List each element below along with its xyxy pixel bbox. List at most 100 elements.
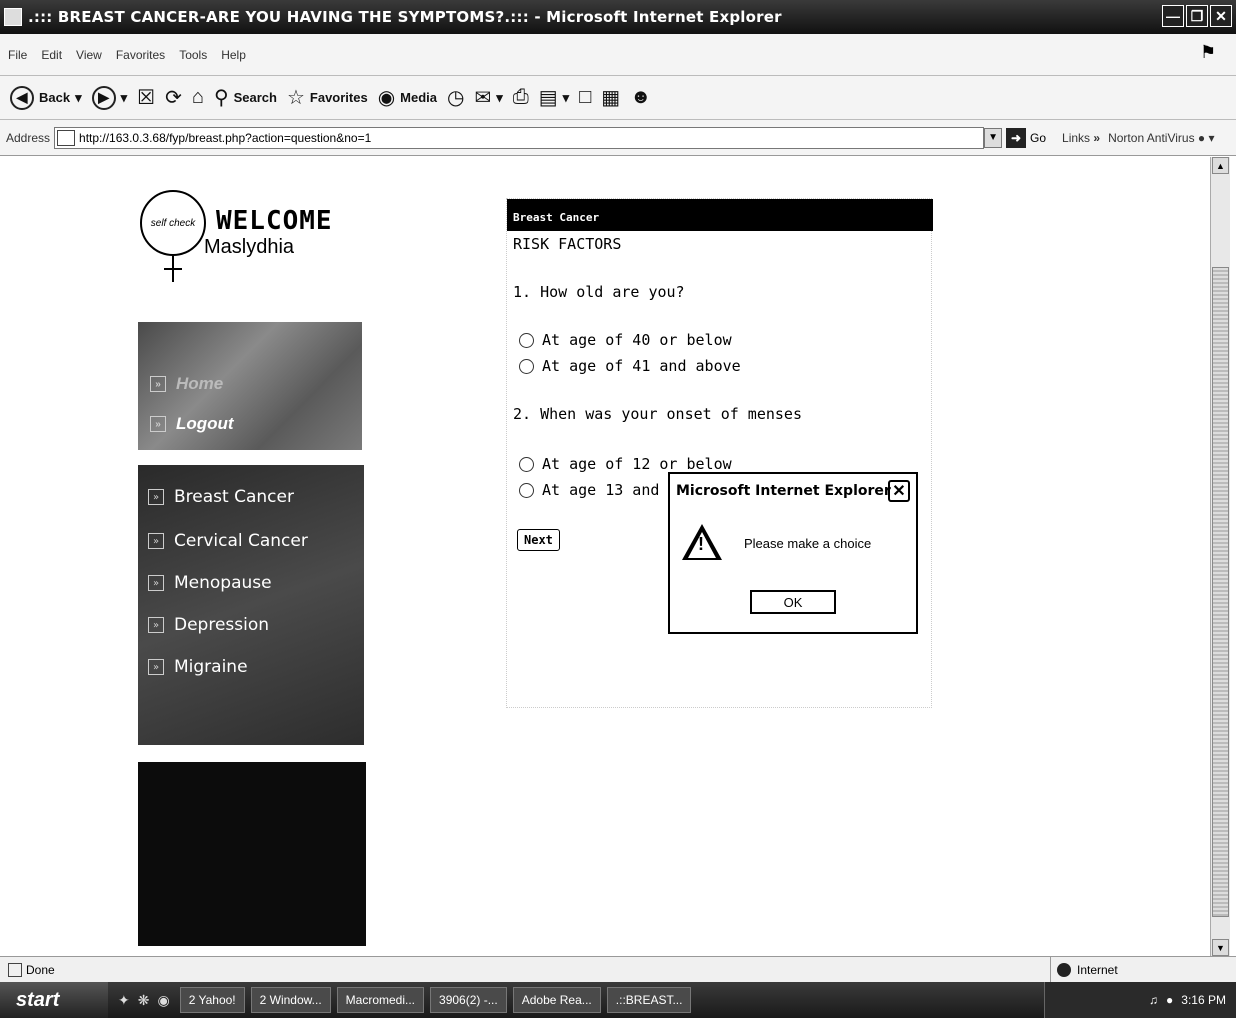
nav-logout-link[interactable]: » Logout (150, 414, 234, 434)
scroll-up-icon[interactable]: ▲ (1212, 157, 1229, 174)
dialog-close-icon[interactable]: ✕ (888, 480, 910, 502)
start-button[interactable]: start (0, 982, 108, 1018)
radio-button[interactable] (519, 358, 534, 374)
address-url[interactable]: http://163.0.3.68/fyp/breast.php?action=… (79, 131, 371, 145)
scroll-thumb[interactable] (1212, 267, 1229, 917)
forward-dropdown-icon[interactable]: ▾ (121, 90, 128, 106)
refresh-button[interactable]: ⟳ (165, 85, 182, 110)
nav-cervical-cancer-link[interactable]: » Cervical Cancer (148, 531, 308, 551)
radio-button[interactable] (519, 332, 534, 348)
nav-breast-cancer-link[interactable]: » Breast Cancer (148, 487, 294, 507)
quick-launch-icon[interactable]: ✦ (118, 992, 130, 1009)
q1-option-1[interactable]: At age of 40 or below (519, 331, 732, 349)
windows-flag-icon: ⚑ (1200, 42, 1217, 62)
nav-migraine-link[interactable]: » Migraine (148, 657, 248, 677)
word-icon: ▤ (538, 87, 558, 109)
toolbar: ◀ Back ▾ ▶ ▾ ☒ ⟳ ⌂ ⚲ Search ☆ Favorites … (0, 76, 1236, 120)
arrow-icon: » (150, 416, 166, 432)
menu-edit[interactable]: Edit (41, 48, 62, 62)
menu-view[interactable]: View (76, 48, 102, 62)
taskbar-item[interactable]: 3906(2) -... (430, 987, 507, 1013)
status-text: Done (26, 962, 55, 977)
status-bar: Done Internet (0, 956, 1236, 983)
nav-home-label: Home (176, 374, 224, 393)
q2-option-1[interactable]: At age of 12 or below (519, 455, 732, 473)
research-button[interactable]: ▦ (601, 85, 620, 110)
media-icon: ◉ (377, 87, 396, 109)
norton-antivirus-button[interactable]: Norton AntiVirus ● ▾ (1108, 131, 1214, 145)
quick-launch-icon[interactable]: ◉ (157, 992, 169, 1009)
nav-topic-label: Breast Cancer (174, 487, 294, 507)
messenger-button[interactable]: ☻ (630, 86, 651, 109)
menu-file[interactable]: File (8, 48, 27, 62)
favorites-button[interactable]: ☆ Favorites (287, 85, 368, 110)
title-bar: .::: BREAST CANCER-ARE YOU HAVING THE SY… (0, 0, 1236, 34)
search-button[interactable]: ⚲ Search (214, 85, 277, 110)
menu-favorites[interactable]: Favorites (116, 48, 165, 62)
option-label: At age of 40 or below (542, 331, 732, 349)
radio-button[interactable] (519, 482, 534, 498)
mail-dropdown-icon[interactable]: ▾ (496, 90, 503, 106)
volume-icon[interactable]: ♫ (1149, 993, 1158, 1007)
radio-button[interactable] (519, 456, 534, 472)
go-label: Go (1030, 130, 1047, 145)
taskbar-item[interactable]: .::BREAST... (606, 987, 692, 1013)
menu-tools[interactable]: Tools (179, 48, 207, 62)
edit-dropdown-icon[interactable]: ▾ (563, 90, 570, 106)
norton-label: Norton AntiVirus (1108, 130, 1195, 145)
nav-home-link[interactable]: » Home (150, 374, 223, 394)
star-icon: ☆ (286, 87, 305, 109)
edit-button[interactable]: ▤ ▾ (539, 85, 569, 110)
history-button[interactable]: ◷ (447, 85, 464, 110)
q1-option-2[interactable]: At age of 41 and above (519, 357, 741, 375)
media-label: Media (400, 90, 438, 105)
taskbar-item[interactable]: 2 Window... (250, 987, 331, 1013)
system-tray: ♫ ● 3:16 PM (1044, 982, 1236, 1018)
scroll-down-icon[interactable]: ▼ (1212, 939, 1229, 956)
taskbar-item[interactable]: 2 Yahoo! (179, 987, 245, 1013)
close-button[interactable]: ✕ (1210, 5, 1232, 27)
question-2: 2. When was your onset of menses (513, 405, 802, 423)
discuss-button[interactable]: □ (579, 86, 591, 109)
home-button[interactable]: ⌂ (192, 86, 204, 109)
links-button[interactable]: Links » (1062, 131, 1100, 145)
forward-arrow-icon: ▶ (91, 85, 116, 110)
print-button[interactable]: ⎙ (513, 86, 529, 109)
history-icon: ◷ (447, 87, 465, 109)
topics-nav-panel: » Breast Cancer » Cervical Cancer » Meno… (138, 465, 364, 745)
menu-bar: File Edit View Favorites Tools Help (0, 34, 1236, 76)
go-arrow-icon: ➜ (1006, 127, 1027, 148)
mail-icon: ✉ (474, 87, 492, 109)
quick-launch-icon[interactable]: ❋ (138, 992, 150, 1009)
minimize-button[interactable]: — (1162, 5, 1184, 27)
address-input[interactable]: http://163.0.3.68/fyp/breast.php?action=… (54, 126, 985, 149)
back-dropdown-icon[interactable]: ▾ (75, 90, 82, 106)
ok-button[interactable]: OK (750, 590, 836, 614)
messenger-icon: ☻ (630, 86, 652, 108)
media-button[interactable]: ◉ Media (378, 85, 437, 110)
sidebar-dark-panel (138, 762, 366, 946)
window-controls: — ❐ ✕ (1162, 5, 1232, 27)
next-button[interactable]: Next (517, 529, 560, 551)
back-button[interactable]: ◀ Back ▾ (10, 85, 82, 110)
links-chevron-icon[interactable]: » (1093, 131, 1100, 145)
forward-button[interactable]: ▶ ▾ (91, 85, 128, 110)
start-label: start (16, 988, 60, 1011)
question-1: 1. How old are you? (513, 283, 685, 301)
go-button[interactable]: ➜ Go (1006, 127, 1047, 148)
maximize-button[interactable]: ❐ (1186, 5, 1208, 27)
stop-icon: ☒ (137, 87, 156, 109)
nav-menopause-link[interactable]: » Menopause (148, 573, 272, 593)
dialog-message: Please make a choice (744, 536, 872, 551)
menu-help[interactable]: Help (221, 48, 246, 62)
mail-button[interactable]: ✉ ▾ (474, 85, 502, 110)
nav-depression-link[interactable]: » Depression (148, 615, 269, 635)
stop-button[interactable]: ☒ (137, 85, 155, 110)
address-dropdown-icon[interactable]: ▼ (984, 127, 1003, 148)
taskbar-item[interactable]: Macromedi... (336, 987, 425, 1013)
ie-app-icon[interactable] (4, 8, 22, 26)
clock: 3:16 PM (1181, 993, 1226, 1007)
network-icon[interactable]: ● (1166, 993, 1173, 1007)
vertical-scrollbar[interactable]: ▲ ▼ (1210, 157, 1230, 956)
taskbar-item[interactable]: Adobe Rea... (512, 987, 601, 1013)
